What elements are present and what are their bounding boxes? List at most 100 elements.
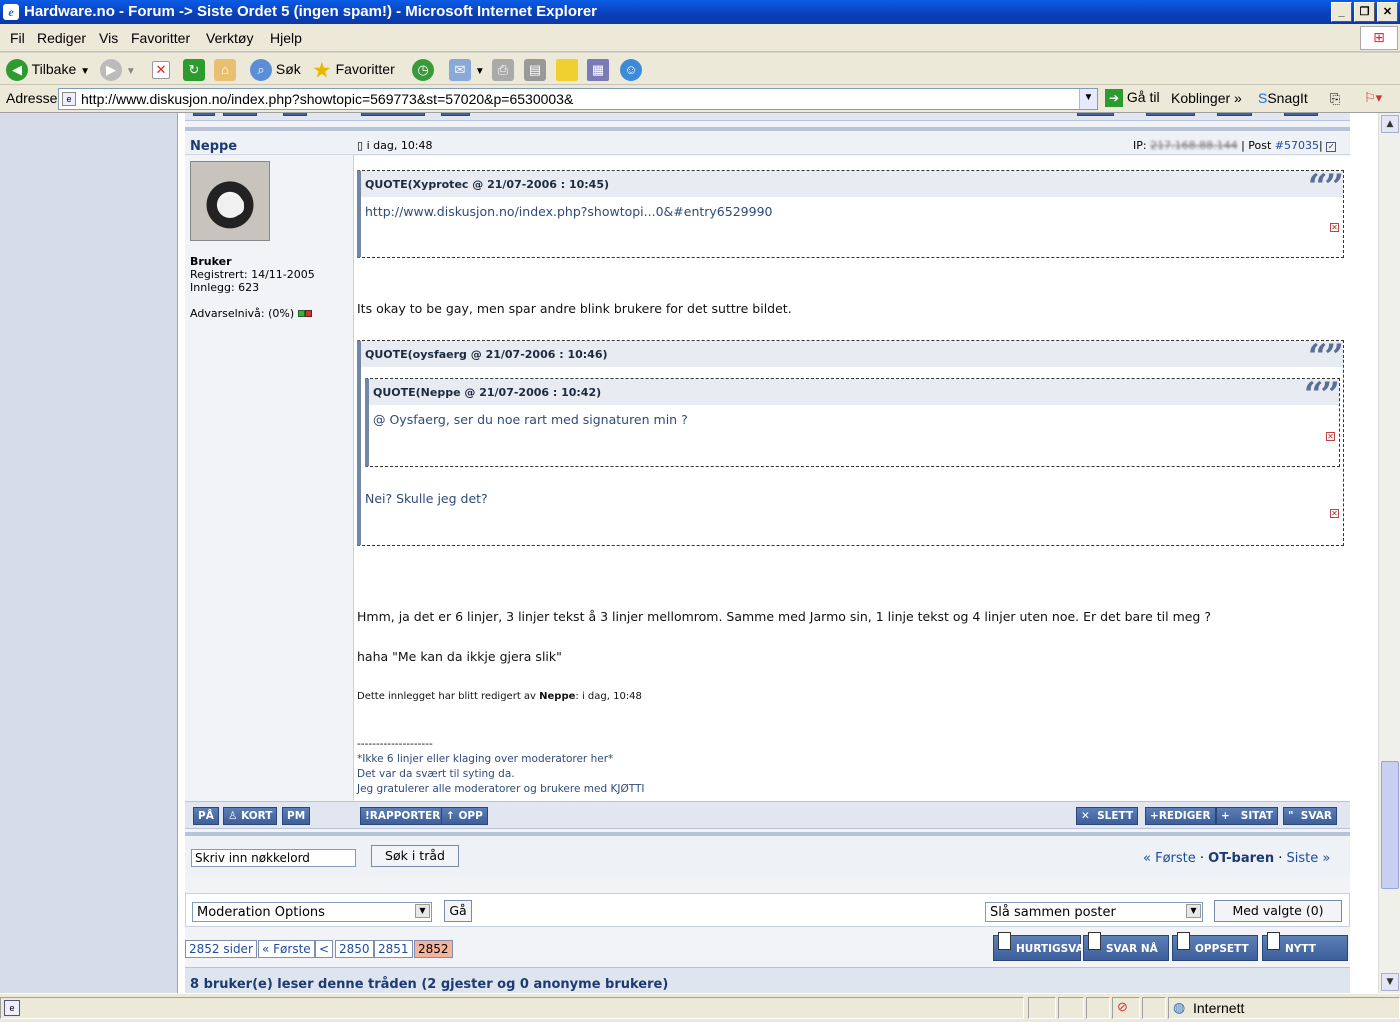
- print-button[interactable]: ⎙: [492, 57, 514, 82]
- post-author[interactable]: Neppe: [190, 139, 237, 154]
- page-link-2850[interactable]: 2850: [335, 940, 374, 958]
- thread-search-input[interactable]: Skriv inn nøkkelord: [191, 849, 356, 867]
- document-icon: [1177, 932, 1190, 950]
- sitat-button[interactable]: + SITAT: [1216, 807, 1279, 825]
- thread-search-button[interactable]: Søk i tråd: [371, 845, 459, 867]
- quote-plus-icon: +: [1221, 810, 1230, 822]
- refresh-button[interactable]: ↻: [183, 57, 205, 82]
- select-post-checkbox[interactable]: ✓: [1326, 142, 1337, 152]
- new-topic-button[interactable]: NYTT EMNE: [1262, 932, 1348, 981]
- collapse-quote-icon[interactable]: ✕: [1330, 509, 1339, 518]
- refresh-icon: ↻: [183, 59, 205, 82]
- links-button[interactable]: Koblinger »: [1171, 90, 1242, 106]
- restore-button[interactable]: ❐: [1354, 2, 1375, 22]
- prev-rediger-button[interactable]: REDIGER: [1146, 113, 1196, 116]
- reply-now-button[interactable]: SVAR NÅ: [1083, 932, 1169, 961]
- post-ip: 217.168.88.144: [1150, 139, 1238, 152]
- post-icon: ▯: [357, 139, 364, 152]
- prev-page-link[interactable]: <: [315, 940, 334, 958]
- menu-view[interactable]: Vis: [99, 30, 118, 46]
- moderation-go-button[interactable]: Gå: [444, 900, 472, 922]
- moderation-options-select[interactable]: Moderation Options ▼: [192, 902, 432, 922]
- nested-quote-header: QUOTE(Neppe @ 21/07-2006 : 10:42): [369, 379, 1339, 405]
- prev-pa-button[interactable]: PÅ: [193, 113, 216, 116]
- back-dropdown-icon[interactable]: ▼: [80, 66, 90, 77]
- merge-posts-select[interactable]: Slå sammen poster ▼: [985, 902, 1203, 922]
- kort-button[interactable]: ♙ KORT: [223, 807, 278, 825]
- minimize-button[interactable]: _: [1331, 2, 1352, 22]
- prev-pm-button[interactable]: PM: [283, 113, 307, 116]
- rapporter-button[interactable]: !RAPPORTER: [360, 807, 446, 825]
- prev-opp-button[interactable]: OPP: [441, 113, 470, 116]
- zone-label: Internett: [1193, 1000, 1245, 1016]
- search-button[interactable]: ⌕ Søk: [250, 57, 301, 82]
- post-date-row: ▯ i dag, 10:48: [357, 139, 433, 152]
- privacy-blocked-icon[interactable]: ⊘: [1117, 999, 1128, 1015]
- discuss-button[interactable]: [556, 57, 578, 82]
- first-page-link[interactable]: « Første: [258, 940, 315, 958]
- prev-kort-button[interactable]: KORT: [223, 113, 257, 116]
- warn-decrease-icon[interactable]: [297, 310, 305, 317]
- mail-button[interactable]: ✉ ▼: [449, 57, 485, 82]
- status-main: e: [0, 997, 1024, 1019]
- prev-slett-button[interactable]: SLETT: [1077, 113, 1115, 116]
- rediger-button[interactable]: +REDIGER: [1145, 807, 1216, 825]
- signature-line-1: *Ikke 6 linjer eller klaging over modera…: [357, 753, 614, 765]
- go-button[interactable]: ➔ Gå til: [1105, 89, 1160, 108]
- pa-button[interactable]: PÅ: [193, 807, 219, 825]
- research-button[interactable]: ▦: [587, 57, 609, 82]
- post-number-link[interactable]: #57035: [1275, 139, 1319, 152]
- menu-tools[interactable]: Verktøy: [206, 30, 253, 46]
- post-text-3: haha "Me kan da ikkje gjera slik": [357, 649, 562, 664]
- svar-button[interactable]: " SVAR: [1283, 807, 1337, 825]
- address-input[interactable]: e http://www.diskusjon.no/index.php?show…: [58, 88, 1098, 110]
- warn-increase-icon[interactable]: [304, 310, 312, 317]
- scroll-up-icon[interactable]: ▲: [1381, 115, 1399, 133]
- home-button[interactable]: ⌂: [214, 57, 236, 82]
- quote-link[interactable]: http://www.diskusjon.no/index.php?showto…: [365, 204, 772, 219]
- menu-edit[interactable]: Rediger: [37, 30, 86, 46]
- favorites-button[interactable]: ★ Favoritter: [312, 57, 395, 82]
- stop-button[interactable]: ✕: [152, 57, 170, 81]
- slett-button[interactable]: ✕ SLETT: [1076, 807, 1139, 825]
- collapse-quote-icon[interactable]: ✕: [1326, 432, 1335, 441]
- address-dropdown-icon[interactable]: ▼: [1079, 89, 1097, 109]
- prev-svar-button[interactable]: SVAR: [1284, 113, 1318, 116]
- with-selected-button[interactable]: Med valgte (0): [1214, 900, 1342, 922]
- back-button[interactable]: ◀ Tilbake ▼: [6, 57, 90, 82]
- page-link-2851[interactable]: 2851: [374, 940, 413, 958]
- quote-block: QUOTE(oysfaerg @ 21/07-2006 : 10:46) “” …: [357, 337, 1344, 546]
- address-bar: Adresse e http://www.diskusjon.no/index.…: [0, 85, 1400, 113]
- prev-rapporter-button[interactable]: RAPPORTER: [361, 113, 425, 116]
- snagit-button[interactable]: SSnagIt: [1258, 90, 1308, 106]
- post-text-2: Hmm, ja det er 6 linjer, 3 linjer tekst …: [357, 609, 1211, 624]
- mail-dropdown-icon[interactable]: ▼: [475, 66, 485, 77]
- user-role: Bruker: [190, 255, 232, 268]
- edit-button[interactable]: ▤: [524, 57, 546, 82]
- menu-file[interactable]: Fil: [10, 30, 25, 46]
- collapse-quote-icon[interactable]: ✕: [1330, 223, 1339, 232]
- history-button[interactable]: ◷: [412, 57, 434, 82]
- messenger-button[interactable]: ☺: [620, 57, 642, 82]
- forward-dropdown-icon[interactable]: ▼: [126, 66, 136, 77]
- pm-button[interactable]: PM: [282, 807, 311, 825]
- scroll-down-icon[interactable]: ▼: [1381, 973, 1399, 991]
- snagit-options-icon[interactable]: ⎘: [1330, 91, 1340, 107]
- scroll-thumb[interactable]: [1381, 761, 1399, 889]
- setup-button[interactable]: OPPSETT: [1172, 932, 1258, 961]
- menu-help[interactable]: Hjelp: [270, 30, 302, 46]
- nav-forum-link[interactable]: OT-baren: [1208, 851, 1274, 866]
- menu-favorites[interactable]: Favoritter: [131, 30, 190, 46]
- printer-icon: ⎙: [492, 59, 514, 82]
- tools-extra-icon[interactable]: ⚐▾: [1364, 90, 1382, 106]
- close-button[interactable]: ✕: [1377, 2, 1398, 22]
- forward-button[interactable]: ▶ ▼: [100, 57, 136, 82]
- vertical-scrollbar[interactable]: ▲ ▼: [1378, 113, 1400, 993]
- quick-reply-button[interactable]: HURTIGSVAR: [993, 932, 1092, 961]
- nav-first-link[interactable]: « Første: [1143, 851, 1196, 866]
- prev-sitat-button[interactable]: SITAT: [1217, 113, 1252, 116]
- nav-last-link[interactable]: Siste »: [1287, 851, 1331, 866]
- forward-arrow-icon: ▶: [100, 59, 122, 82]
- opp-button[interactable]: ↑ OPP: [441, 807, 488, 825]
- post-separator: [185, 127, 1350, 131]
